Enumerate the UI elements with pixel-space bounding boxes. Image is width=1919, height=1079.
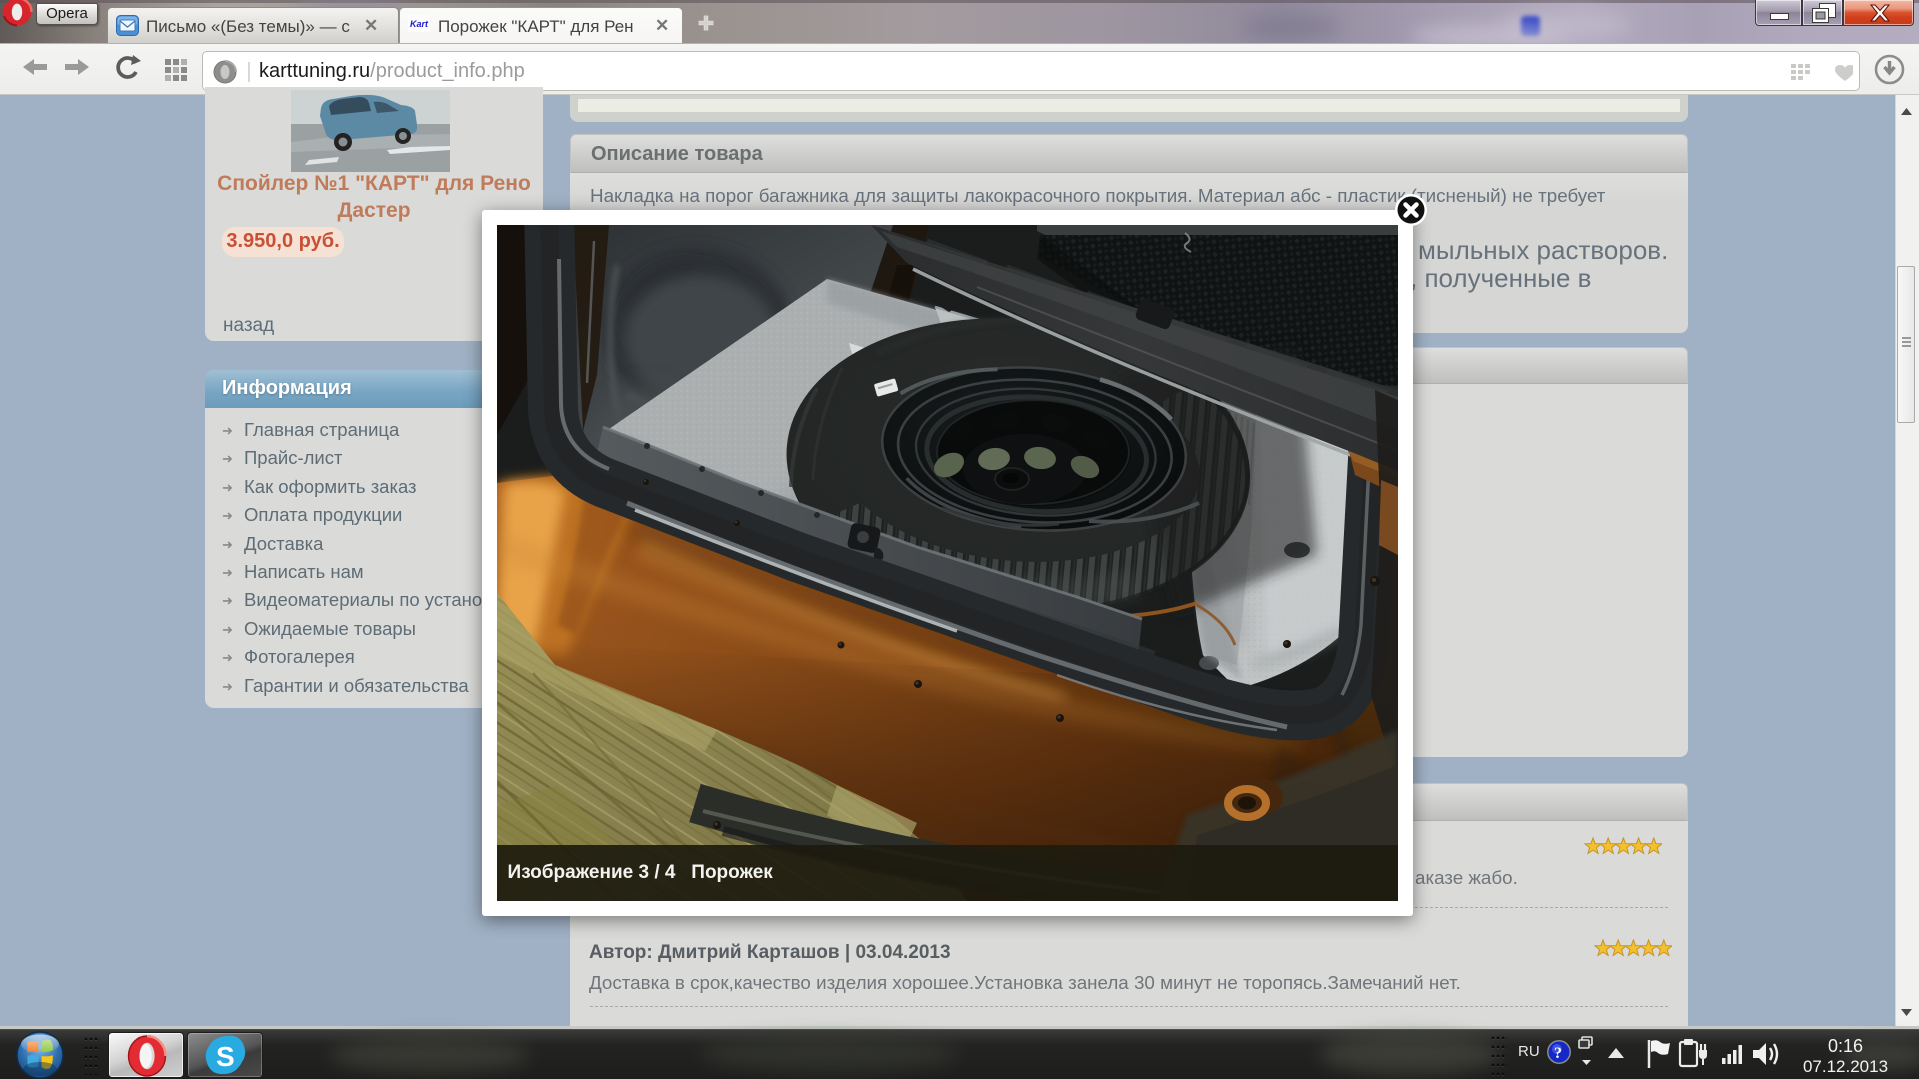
svg-text:S: S bbox=[216, 1041, 235, 1072]
svg-text:Kart: Kart bbox=[410, 19, 429, 29]
svg-text:?: ? bbox=[1554, 1045, 1562, 1062]
